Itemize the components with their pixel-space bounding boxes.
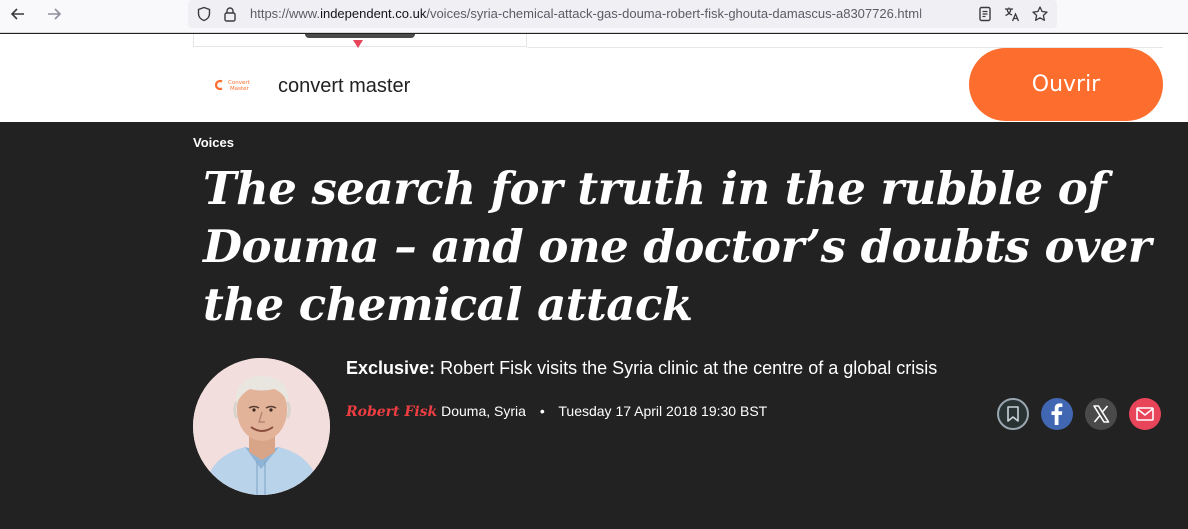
headline-line-2: Douma – and one doctor’s doubts over bbox=[203, 220, 1152, 273]
x-icon bbox=[1093, 405, 1110, 423]
advertisement-banner: Convert Master convert master Ouvrir bbox=[0, 34, 1188, 122]
author-name-link[interactable]: Robert Fisk bbox=[346, 404, 437, 420]
bookmark-icon bbox=[1007, 406, 1019, 422]
tracking-shield-icon[interactable] bbox=[196, 6, 212, 22]
standfirst: Exclusive: Robert Fisk visits the Syria … bbox=[346, 358, 937, 379]
mail-icon bbox=[1136, 407, 1154, 421]
section-label[interactable]: Voices bbox=[193, 135, 234, 150]
headline-line-1: The search for truth in the rubble of bbox=[203, 162, 1107, 215]
url-prefix: https://www. bbox=[250, 6, 321, 21]
byline-separator: • bbox=[539, 403, 545, 419]
logo-text-master: Master bbox=[230, 86, 250, 92]
convert-master-logo[interactable]: Convert Master bbox=[214, 78, 256, 92]
url-domain: independent.co.uk bbox=[320, 6, 427, 21]
address-bar[interactable]: https://www.independent.co.uk/voices/syr… bbox=[188, 0, 1057, 28]
byline: Robert Fisk Douma, Syria • Tuesday 17 Ap… bbox=[346, 403, 767, 425]
standfirst-text: Robert Fisk visits the Syria clinic at t… bbox=[435, 358, 938, 378]
reader-view-icon[interactable] bbox=[976, 5, 994, 23]
url-path: /voices/syria-chemical-attack-gas-douma-… bbox=[426, 6, 922, 21]
share-email-button[interactable] bbox=[1129, 398, 1161, 430]
browser-toolbar: https://www.independent.co.uk/voices/syr… bbox=[0, 0, 1188, 33]
share-x-button[interactable] bbox=[1085, 398, 1117, 430]
facebook-icon bbox=[1051, 403, 1063, 425]
article-headline: The search for truth in the rubble of Do… bbox=[203, 160, 1163, 334]
standfirst-label: Exclusive: bbox=[346, 358, 436, 378]
forward-arrow-icon[interactable] bbox=[40, 3, 68, 25]
article-header: Voices The search for truth in the rubbl… bbox=[0, 122, 1188, 529]
author-avatar[interactable] bbox=[193, 358, 330, 495]
dateline-location: Douma, Syria bbox=[441, 403, 526, 419]
back-arrow-icon[interactable] bbox=[4, 3, 32, 25]
ad-marker-icon bbox=[353, 35, 363, 48]
ad-app-name[interactable]: convert master bbox=[278, 75, 410, 98]
translate-icon[interactable] bbox=[1003, 5, 1021, 23]
ad-open-button[interactable]: Ouvrir bbox=[969, 48, 1163, 121]
share-facebook-button[interactable] bbox=[1041, 398, 1073, 430]
headline-line-3: the chemical attack bbox=[203, 278, 693, 331]
publish-date: Tuesday 17 April 2018 19:30 BST bbox=[558, 403, 768, 419]
lock-icon[interactable] bbox=[223, 6, 237, 22]
bookmark-button[interactable] bbox=[997, 398, 1029, 430]
bookmark-star-icon[interactable] bbox=[1031, 5, 1049, 23]
url-text[interactable]: https://www.independent.co.uk/voices/syr… bbox=[250, 6, 972, 22]
